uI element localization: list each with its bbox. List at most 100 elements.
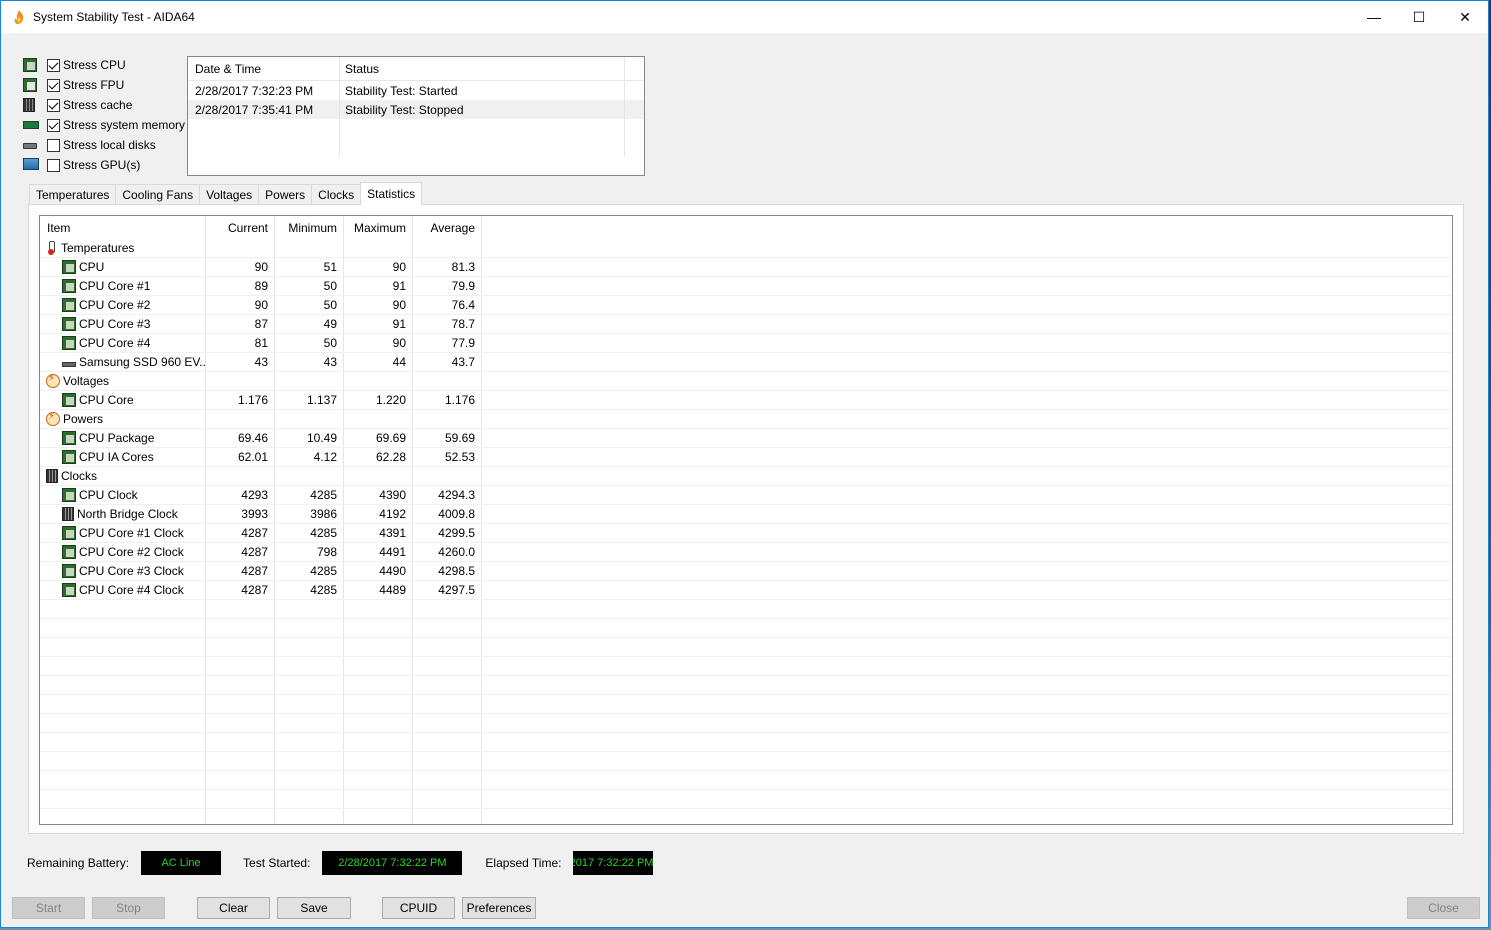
row-item: CPU Core #3 bbox=[40, 315, 206, 333]
clear-button[interactable]: Clear bbox=[197, 897, 270, 919]
stress-disks-label: Stress local disks bbox=[63, 138, 156, 152]
stop-button[interactable]: Stop bbox=[92, 897, 165, 919]
elapsed-time-label: Elapsed Time: bbox=[485, 856, 562, 870]
empty-row bbox=[40, 695, 1452, 714]
minimize-button[interactable]: — bbox=[1351, 1, 1397, 33]
maximize-button[interactable]: ☐ bbox=[1396, 1, 1442, 33]
table-row[interactable]: CPU IA Cores 62.01 4.12 62.28 52.53 bbox=[40, 448, 1452, 467]
empty-row bbox=[40, 600, 1452, 619]
chip-icon bbox=[62, 450, 76, 464]
row-label: CPU Core #2 bbox=[79, 298, 151, 312]
row-label: CPU Clock bbox=[79, 488, 138, 502]
group-row[interactable]: Voltages bbox=[40, 372, 1452, 391]
chip-icon bbox=[62, 336, 76, 350]
table-row[interactable]: CPU Core #2 90 50 90 76.4 bbox=[40, 296, 1452, 315]
stress-cpu-option[interactable]: Stress CPU bbox=[23, 55, 185, 75]
log-row[interactable]: 2/28/2017 7:32:23 PM Stability Test: Sta… bbox=[188, 81, 644, 100]
tab-clocks[interactable]: Clocks bbox=[311, 184, 361, 205]
cell-minimum: 43 bbox=[275, 353, 344, 371]
chip-icon bbox=[62, 317, 76, 331]
cell-minimum: 4.12 bbox=[275, 448, 344, 466]
row-label: CPU Package bbox=[79, 431, 155, 445]
title-bar[interactable]: System Stability Test - AIDA64 — ☐ ✕ bbox=[1, 1, 1488, 33]
table-row[interactable]: CPU Core #3 Clock 4287 4285 4490 4298.5 bbox=[40, 562, 1452, 581]
table-row[interactable]: CPU Core #1 89 50 91 79.9 bbox=[40, 277, 1452, 296]
stress-gpu-checkbox[interactable] bbox=[47, 158, 60, 172]
elapsed-time-value: 2/28/2017 7:32:22 PM bbox=[573, 851, 654, 875]
tab-statistics[interactable]: Statistics bbox=[360, 182, 423, 205]
cell-current: 43 bbox=[206, 353, 275, 371]
tab-temperatures[interactable]: Temperatures bbox=[29, 184, 116, 205]
stress-options: Stress CPU Stress FPU Stress cache Stres… bbox=[23, 55, 185, 175]
tab-voltages[interactable]: Voltages bbox=[199, 184, 259, 205]
chip-icon bbox=[62, 260, 76, 274]
row-label: Temperatures bbox=[61, 241, 135, 255]
col-maximum[interactable]: Maximum bbox=[344, 216, 413, 239]
tab-cooling-fans[interactable]: Cooling Fans bbox=[115, 184, 200, 205]
table-row[interactable]: North Bridge Clock 3993 3986 4192 4009.8 bbox=[40, 505, 1452, 524]
statistics-table[interactable]: Item Current Minimum Maximum Average Tem… bbox=[39, 215, 1453, 825]
close-button[interactable]: Close bbox=[1407, 897, 1480, 919]
col-average[interactable]: Average bbox=[413, 216, 482, 239]
cpu-icon bbox=[23, 58, 37, 72]
cell-minimum: 4285 bbox=[275, 562, 344, 580]
col-minimum[interactable]: Minimum bbox=[275, 216, 344, 239]
save-button[interactable]: Save bbox=[277, 897, 351, 919]
cell-maximum: 62.28 bbox=[344, 448, 413, 466]
log-status: Stability Test: Stopped bbox=[340, 100, 625, 119]
log-col-datetime[interactable]: Date & Time bbox=[188, 57, 340, 80]
close-window-button[interactable]: ✕ bbox=[1442, 1, 1488, 33]
northbridge-icon bbox=[62, 507, 74, 521]
table-row[interactable]: Samsung SSD 960 EV... 43 43 44 43.7 bbox=[40, 353, 1452, 372]
row-item: CPU Core #3 Clock bbox=[40, 562, 206, 580]
cpuid-button[interactable]: CPUID bbox=[382, 897, 455, 919]
table-row[interactable]: CPU Core 1.176 1.137 1.220 1.176 bbox=[40, 391, 1452, 410]
maximize-icon: ☐ bbox=[1412, 8, 1426, 25]
row-item: North Bridge Clock bbox=[40, 505, 206, 523]
start-button[interactable]: Start bbox=[12, 897, 85, 919]
table-row[interactable]: CPU Package 69.46 10.49 69.69 59.69 bbox=[40, 429, 1452, 448]
row-label: CPU Core #4 bbox=[79, 336, 151, 350]
stress-fpu-checkbox[interactable] bbox=[47, 78, 60, 92]
stress-cache-checkbox[interactable] bbox=[47, 98, 60, 112]
group-row[interactable]: Powers bbox=[40, 410, 1452, 429]
row-label: CPU Core #3 bbox=[79, 317, 151, 331]
cell-current: 90 bbox=[206, 258, 275, 276]
log-row[interactable]: 2/28/2017 7:35:41 PM Stability Test: Sto… bbox=[188, 100, 644, 119]
stress-memory-checkbox[interactable] bbox=[47, 118, 60, 132]
preferences-button[interactable]: Preferences bbox=[462, 897, 536, 919]
empty-row bbox=[40, 771, 1452, 790]
log-col-status[interactable]: Status bbox=[340, 57, 625, 80]
stress-disks-checkbox[interactable] bbox=[47, 138, 60, 152]
col-item[interactable]: Item bbox=[40, 216, 206, 239]
table-row[interactable]: CPU Core #4 81 50 90 77.9 bbox=[40, 334, 1452, 353]
chip-icon bbox=[62, 298, 76, 312]
test-started-label: Test Started: bbox=[243, 856, 311, 870]
cell-current: 4287 bbox=[206, 562, 275, 580]
table-row[interactable]: CPU 90 51 90 81.3 bbox=[40, 258, 1452, 277]
row-item: CPU Clock bbox=[40, 486, 206, 504]
stress-memory-option[interactable]: Stress system memory bbox=[23, 115, 185, 135]
stress-gpu-option[interactable]: Stress GPU(s) bbox=[23, 155, 185, 175]
event-log[interactable]: Date & Time Status 2/28/2017 7:32:23 PM … bbox=[187, 56, 645, 176]
stress-cache-option[interactable]: Stress cache bbox=[23, 95, 185, 115]
group-row[interactable]: Clocks bbox=[40, 467, 1452, 486]
chip-icon bbox=[62, 564, 76, 578]
chip-icon bbox=[62, 431, 76, 445]
stress-disks-option[interactable]: Stress local disks bbox=[23, 135, 185, 155]
table-row[interactable]: CPU Core #1 Clock 4287 4285 4391 4299.5 bbox=[40, 524, 1452, 543]
table-row[interactable]: CPU Core #3 87 49 91 78.7 bbox=[40, 315, 1452, 334]
empty-row bbox=[40, 619, 1452, 638]
app-window: System Stability Test - AIDA64 — ☐ ✕ Str… bbox=[0, 0, 1489, 928]
table-row[interactable]: CPU Clock 4293 4285 4390 4294.3 bbox=[40, 486, 1452, 505]
row-label: CPU Core #2 Clock bbox=[79, 545, 184, 559]
row-item: CPU Core bbox=[40, 391, 206, 409]
col-current[interactable]: Current bbox=[206, 216, 275, 239]
group-row[interactable]: Temperatures bbox=[40, 239, 1452, 258]
tab-powers[interactable]: Powers bbox=[258, 184, 312, 205]
stress-cpu-checkbox[interactable] bbox=[47, 58, 60, 72]
table-row[interactable]: CPU Core #2 Clock 4287 798 4491 4260.0 bbox=[40, 543, 1452, 562]
table-row[interactable]: CPU Core #4 Clock 4287 4285 4489 4297.5 bbox=[40, 581, 1452, 600]
cache-icon bbox=[23, 98, 35, 112]
stress-fpu-option[interactable]: Stress FPU bbox=[23, 75, 185, 95]
